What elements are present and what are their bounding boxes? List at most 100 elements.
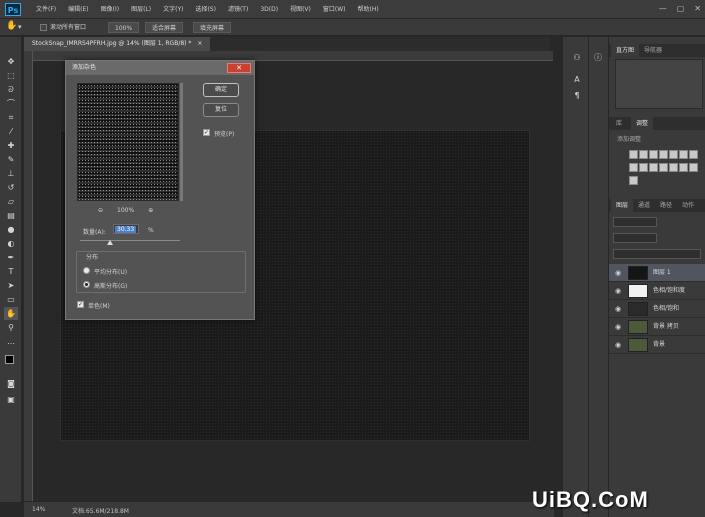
- menu-image[interactable]: 图像(I): [95, 0, 125, 19]
- tab-layers[interactable]: 图层: [611, 199, 634, 212]
- layer-row[interactable]: ◉ 背景: [609, 336, 705, 354]
- layer-filter-select[interactable]: [613, 217, 657, 227]
- eraser-tool-icon[interactable]: ▱: [4, 195, 18, 208]
- lasso-tool-icon[interactable]: ᘐ: [4, 83, 18, 96]
- menu-window[interactable]: 窗口(W): [317, 0, 352, 19]
- visibility-eye-icon[interactable]: ◉: [615, 323, 621, 331]
- document-tab[interactable]: StockSnap_IMRRS4PFRH.jpg @ 14% (图层 1, RG…: [24, 37, 211, 51]
- exposure-adjust-icon[interactable]: [659, 150, 668, 159]
- visibility-eye-icon[interactable]: ◉: [615, 269, 621, 277]
- dialog-close-button[interactable]: ✕: [227, 63, 251, 73]
- brightness-adjust-icon[interactable]: [629, 150, 638, 159]
- invert-adjust-icon[interactable]: [659, 163, 668, 172]
- preview-scrollbar[interactable]: [180, 83, 183, 201]
- amount-input[interactable]: 30.33: [113, 224, 139, 234]
- layer-row[interactable]: ◉ 色相/饱和度: [609, 282, 705, 300]
- reset-button[interactable]: 复位: [203, 103, 239, 117]
- foreground-color-swatch[interactable]: [5, 355, 14, 364]
- layer-lock-row[interactable]: [613, 249, 701, 259]
- photo-filter-adjust-icon[interactable]: [639, 163, 648, 172]
- posterize-adjust-icon[interactable]: [669, 163, 678, 172]
- zoom-tool-icon[interactable]: ⚲: [4, 321, 18, 334]
- levels-adjust-icon[interactable]: [639, 150, 648, 159]
- paragraph-panel-icon[interactable]: ¶: [570, 89, 584, 102]
- amount-slider[interactable]: [80, 240, 180, 241]
- dialog-title-bar[interactable]: 添加杂色 ✕: [66, 61, 254, 75]
- zoom-100-button[interactable]: 100%: [108, 22, 140, 33]
- tab-adjustments[interactable]: 调整: [631, 117, 654, 130]
- crop-tool-icon[interactable]: ⌗: [4, 111, 18, 124]
- minimize-button[interactable]: —: [659, 2, 667, 16]
- fill-screen-button[interactable]: 填充屏幕: [193, 22, 232, 33]
- move-tool-icon[interactable]: ✥: [4, 55, 18, 68]
- tab-libraries[interactable]: 库: [611, 117, 627, 130]
- menu-3d[interactable]: 3D(D): [254, 0, 284, 19]
- tab-navigator[interactable]: 导航器: [639, 44, 667, 57]
- gaussian-radio[interactable]: [83, 281, 90, 288]
- screen-mode-icon[interactable]: ▣: [4, 393, 18, 406]
- history-brush-tool-icon[interactable]: ↺: [4, 181, 18, 194]
- fit-screen-button[interactable]: 适合屏幕: [145, 22, 184, 33]
- eyedropper-tool-icon[interactable]: ⁄: [4, 125, 18, 138]
- more-tools-icon[interactable]: …: [4, 335, 18, 348]
- tab-paths[interactable]: 路径: [655, 199, 677, 212]
- amount-slider-thumb[interactable]: [107, 240, 113, 245]
- zoom-out-icon[interactable]: ⊖: [98, 207, 103, 214]
- blend-mode-select[interactable]: [613, 233, 657, 243]
- monochromatic-checkbox[interactable]: ✓: [77, 301, 84, 308]
- hue-adjust-icon[interactable]: [679, 150, 688, 159]
- menu-edit[interactable]: 编辑(E): [62, 0, 94, 19]
- zoom-in-icon[interactable]: ⊕: [148, 207, 153, 214]
- gradient-tool-icon[interactable]: ▤: [4, 209, 18, 222]
- tab-histogram[interactable]: 直方图: [611, 44, 640, 57]
- close-window-button[interactable]: ✕: [694, 2, 701, 16]
- gradient-map-adjust-icon[interactable]: [689, 163, 698, 172]
- properties-panel-icon[interactable]: ⚇: [570, 51, 584, 64]
- uniform-radio[interactable]: [83, 267, 90, 274]
- tool-preset-chevron-icon[interactable]: ▾: [18, 22, 22, 33]
- threshold-adjust-icon[interactable]: [679, 163, 688, 172]
- pen-tool-icon[interactable]: ✒: [4, 251, 18, 264]
- scroll-all-checkbox[interactable]: [40, 24, 47, 31]
- selective-color-adjust-icon[interactable]: [629, 176, 638, 185]
- maximize-button[interactable]: ▢: [677, 2, 685, 16]
- status-zoom[interactable]: 14%: [32, 506, 45, 513]
- bw-adjust-icon[interactable]: [629, 163, 638, 172]
- visibility-eye-icon[interactable]: ◉: [615, 305, 621, 313]
- menu-help[interactable]: 帮助(H): [352, 0, 385, 19]
- menu-filter[interactable]: 滤镜(T): [222, 0, 254, 19]
- stamp-tool-icon[interactable]: ⊥: [4, 167, 18, 180]
- layer-row[interactable]: ◉ 背景 拷贝: [609, 318, 705, 336]
- tab-channels[interactable]: 通道: [633, 199, 655, 212]
- shape-tool-icon[interactable]: ▭: [4, 293, 18, 306]
- blur-tool-icon[interactable]: ●: [4, 223, 18, 236]
- menu-file[interactable]: 文件(F): [30, 0, 62, 19]
- color-balance-adjust-icon[interactable]: [689, 150, 698, 159]
- tab-actions[interactable]: 动作: [677, 199, 699, 212]
- layer-row[interactable]: ◉ 图层 1: [609, 264, 705, 282]
- layer-row[interactable]: ◉ 色相/饱和: [609, 300, 705, 318]
- healing-tool-icon[interactable]: ✚: [4, 139, 18, 152]
- type-tool-icon[interactable]: T: [4, 265, 18, 278]
- marquee-tool-icon[interactable]: ⬚: [4, 69, 18, 82]
- visibility-eye-icon[interactable]: ◉: [615, 341, 621, 349]
- menu-layer[interactable]: 图层(L): [125, 0, 157, 19]
- menu-type[interactable]: 文字(Y): [157, 0, 189, 19]
- vibrance-adjust-icon[interactable]: [669, 150, 678, 159]
- quick-mask-icon[interactable]: ◙: [4, 377, 18, 390]
- visibility-eye-icon[interactable]: ◉: [615, 287, 621, 295]
- ok-button[interactable]: 确定: [203, 83, 239, 97]
- curves-adjust-icon[interactable]: [649, 150, 658, 159]
- quick-select-tool-icon[interactable]: ⌒: [4, 97, 18, 110]
- hand-tool-icon[interactable]: ✋: [4, 307, 18, 320]
- menu-select[interactable]: 选择(S): [189, 0, 222, 19]
- character-panel-icon[interactable]: A: [570, 73, 584, 86]
- channel-mixer-adjust-icon[interactable]: [649, 163, 658, 172]
- info-panel-icon[interactable]: ⓘ: [591, 51, 605, 64]
- path-select-tool-icon[interactable]: ➤: [4, 279, 18, 292]
- brush-tool-icon[interactable]: ✎: [4, 153, 18, 166]
- noise-preview[interactable]: [77, 83, 179, 201]
- dodge-tool-icon[interactable]: ◐: [4, 237, 18, 250]
- document-tab-close-icon[interactable]: ×: [197, 40, 202, 47]
- preview-checkbox[interactable]: ✓: [203, 129, 210, 136]
